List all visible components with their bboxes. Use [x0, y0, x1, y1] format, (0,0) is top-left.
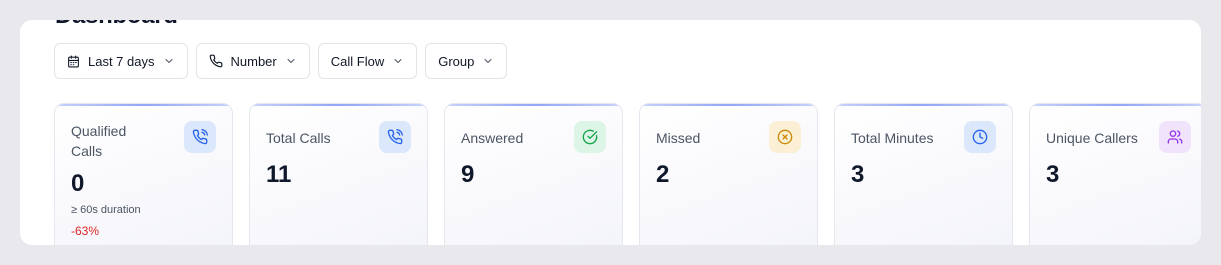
- stat-card-total-calls: Total Calls 11: [249, 103, 428, 245]
- chevron-down-icon: [392, 55, 404, 67]
- phone-call-icon: [379, 121, 411, 153]
- stat-card-total-minutes: Total Minutes 3: [834, 103, 1013, 245]
- chevron-down-icon: [163, 55, 175, 67]
- filter-bar: Last 7 days Number Call Flow Group: [54, 43, 508, 79]
- stat-card-missed: Missed 2: [639, 103, 818, 245]
- stat-card-value: 9: [461, 161, 475, 188]
- dashboard-panel: Dashboard Last 7 days: [20, 20, 1201, 245]
- stat-card-value: 3: [1046, 161, 1060, 188]
- stat-card-value: 2: [656, 161, 670, 188]
- phone-icon: [209, 54, 223, 68]
- stat-card-subtext: ≥ 60s duration: [71, 204, 141, 216]
- stat-card-value: 3: [851, 161, 865, 188]
- stat-card-value: 0: [71, 170, 85, 197]
- stat-card-label: Unique Callers: [1046, 130, 1138, 146]
- stat-card-label: Total Calls: [266, 130, 331, 146]
- chevron-down-icon: [482, 55, 494, 67]
- group-filter[interactable]: Group: [425, 43, 508, 79]
- clock-icon: [964, 121, 996, 153]
- page-title: Dashboard: [55, 20, 178, 30]
- group-filter-label: Group: [438, 53, 475, 69]
- call-flow-filter-label: Call Flow: [330, 53, 385, 69]
- stat-card-unique-callers: Unique Callers 3: [1029, 103, 1201, 245]
- stat-card-label: Qualified Calls: [71, 123, 127, 159]
- stat-card-label: Total Minutes: [851, 130, 934, 146]
- call-flow-filter[interactable]: Call Flow: [317, 43, 418, 79]
- number-filter[interactable]: Number: [195, 43, 310, 79]
- x-circle-icon: [769, 121, 801, 153]
- stat-card-answered: Answered 9: [444, 103, 623, 245]
- date-range-label: Last 7 days: [88, 53, 155, 69]
- stat-cards: Qualified Calls 0 ≥ 60s duration -63% To…: [54, 103, 1201, 245]
- stat-card-label: Answered: [461, 130, 524, 146]
- stat-card-qualified-calls: Qualified Calls 0 ≥ 60s duration -63%: [54, 103, 233, 245]
- chevron-down-icon: [285, 55, 297, 67]
- stat-card-label: Missed: [656, 130, 701, 146]
- check-circle-icon: [574, 121, 606, 153]
- users-icon: [1159, 121, 1191, 153]
- date-range-filter[interactable]: Last 7 days: [54, 43, 188, 79]
- calendar-icon: [67, 55, 80, 68]
- stat-card-change: -63%: [71, 224, 100, 238]
- number-filter-label: Number: [230, 53, 277, 69]
- phone-call-icon: [184, 121, 216, 153]
- stat-card-value: 11: [266, 161, 292, 188]
